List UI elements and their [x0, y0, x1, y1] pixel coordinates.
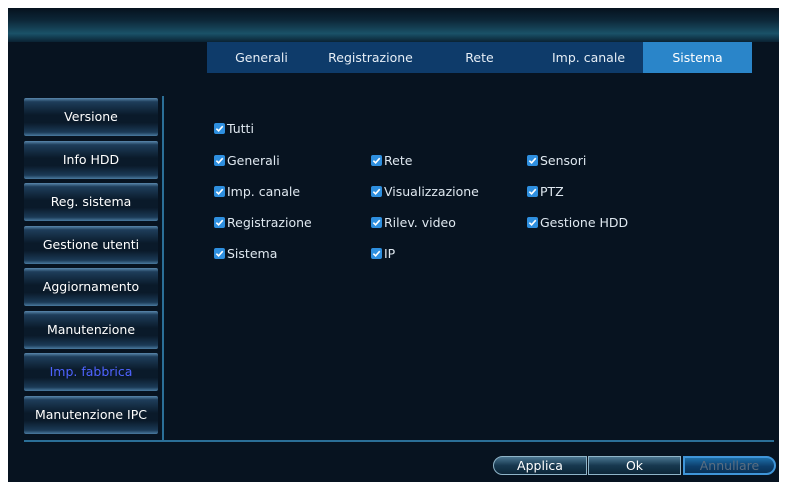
checkbox-imp-canale[interactable]: Imp. canale	[214, 184, 300, 199]
title-bar	[8, 8, 779, 42]
sidebar-item-manutenzione[interactable]: Manutenzione	[24, 309, 158, 352]
tab-generali[interactable]: Generali	[207, 42, 316, 73]
tab-bar: Generali Registrazione Rete Imp. canale …	[207, 42, 752, 73]
sidebar-item-label: Manutenzione	[46, 321, 136, 337]
checkbox-label: Gestione HDD	[540, 215, 629, 230]
checkmark-icon	[214, 155, 225, 166]
checkbox-tutti[interactable]: Tutti	[214, 121, 254, 136]
checkbox-sensori[interactable]: Sensori	[527, 153, 586, 168]
checkbox-label: Imp. canale	[227, 184, 301, 199]
sidebar-item-aggiornamento[interactable]: Aggiornamento	[24, 266, 158, 309]
checkbox-rilev-video[interactable]: Rilev. video	[371, 215, 456, 230]
checkmark-icon	[214, 186, 225, 197]
checkmark-icon	[527, 186, 538, 197]
tab-rete[interactable]: Rete	[425, 42, 534, 73]
checkmark-icon	[371, 217, 382, 228]
cancel-button[interactable]: Annullare	[683, 456, 776, 475]
checkmark-icon	[214, 123, 225, 134]
tab-sistema[interactable]: Sistema	[643, 42, 752, 73]
checkbox-label: Registrazione	[227, 215, 312, 230]
checkbox-sistema[interactable]: Sistema	[214, 246, 277, 261]
checkbox-label: Visualizzazione	[384, 184, 479, 199]
sidebar: Versione Info HDD Reg. sistema Gestione …	[24, 96, 158, 436]
sidebar-item-label: Manutenzione IPC	[34, 406, 148, 422]
checkbox-visualizzazione[interactable]: Visualizzazione	[371, 184, 479, 199]
sidebar-item-info-hdd[interactable]: Info HDD	[24, 139, 158, 182]
sidebar-item-label: Imp. fabbrica	[49, 364, 133, 379]
checkmark-icon	[214, 248, 225, 259]
checkbox-label: IP	[384, 246, 396, 261]
checkbox-registrazione[interactable]: Registrazione	[214, 215, 312, 230]
checkbox-label: Sensori	[540, 153, 587, 168]
tab-imp-canale[interactable]: Imp. canale	[534, 42, 643, 73]
sidebar-item-manutenzione-ipc[interactable]: Manutenzione IPC	[24, 394, 158, 437]
checkmark-icon	[214, 217, 225, 228]
checkbox-label: Rilev. video	[384, 215, 456, 230]
checkbox-generali[interactable]: Generali	[214, 153, 280, 168]
checkbox-label: Rete	[384, 153, 413, 168]
ok-button[interactable]: Ok	[588, 456, 681, 475]
sidebar-item-reg-sistema[interactable]: Reg. sistema	[24, 181, 158, 224]
sidebar-item-label: Versione	[64, 109, 118, 124]
checkbox-label: Tutti	[227, 121, 254, 136]
checkmark-icon	[371, 248, 382, 259]
checkbox-gestione-hdd[interactable]: Gestione HDD	[527, 215, 628, 230]
sidebar-item-versione[interactable]: Versione	[24, 96, 158, 139]
sidebar-item-label: Aggiornamento	[42, 279, 140, 294]
checkbox-label: Generali	[227, 153, 280, 168]
checkmark-icon	[371, 186, 382, 197]
apply-button[interactable]: Applica	[493, 456, 587, 475]
apply-button-label: Applica	[517, 458, 563, 473]
sidebar-item-imp-fabbrica[interactable]: Imp. fabbrica	[24, 351, 158, 394]
cancel-button-label: Annullare	[699, 458, 760, 473]
tab-registrazione[interactable]: Registrazione	[316, 42, 425, 73]
sidebar-divider	[162, 96, 164, 440]
settings-window: Generali Registrazione Rete Imp. canale …	[8, 8, 779, 482]
checkbox-rete[interactable]: Rete	[371, 153, 412, 168]
ok-button-label: Ok	[625, 458, 644, 473]
sidebar-item-label: Gestione utenti	[42, 236, 140, 252]
checkbox-label: Sistema	[227, 246, 278, 261]
footer-divider	[24, 440, 774, 442]
checkmark-icon	[527, 155, 538, 166]
checkbox-ip[interactable]: IP	[371, 246, 395, 261]
checkbox-ptz[interactable]: PTZ	[527, 184, 564, 199]
checkbox-label: PTZ	[540, 184, 564, 199]
sidebar-item-gestione-utenti[interactable]: Gestione utenti	[24, 224, 158, 267]
sidebar-item-label: Info HDD	[62, 151, 120, 167]
checkmark-icon	[527, 217, 538, 228]
sidebar-item-label: Reg. sistema	[50, 194, 132, 209]
checkmark-icon	[371, 155, 382, 166]
